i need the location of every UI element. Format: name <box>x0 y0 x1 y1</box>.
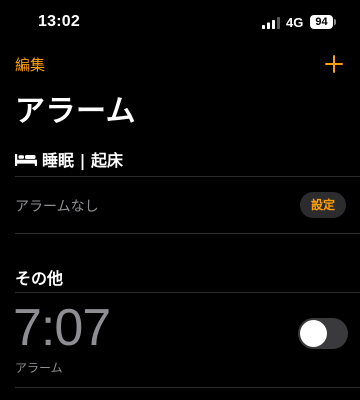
status-time: 13:02 <box>38 13 80 30</box>
status-bar: 13:02 4G 94 <box>0 0 360 46</box>
set-sleep-alarm-button[interactable]: 設定 <box>300 192 346 218</box>
divider <box>15 233 360 234</box>
other-section-title: その他 <box>15 269 64 288</box>
page-title: アラーム <box>15 94 137 129</box>
alarm-time[interactable]: 7:07 <box>13 296 111 360</box>
network-type: 4G <box>286 15 304 30</box>
edit-button[interactable]: 編集 <box>15 54 45 75</box>
alarm-label: アラーム <box>15 361 63 375</box>
bed-icon <box>15 154 37 166</box>
sleep-section-title: 睡眠 | 起床 <box>42 151 123 170</box>
battery-cap <box>334 19 336 25</box>
plus-icon[interactable] <box>322 52 346 76</box>
no-alarm-text: アラームなし <box>15 199 99 215</box>
divider <box>15 176 360 177</box>
battery-icon: 94 <box>310 15 336 29</box>
cellular-signal-icon <box>262 17 280 29</box>
divider <box>15 292 360 293</box>
battery-level: 94 <box>310 15 333 29</box>
sleep-section-header: 睡眠 | 起床 <box>15 149 123 170</box>
toggle-knob <box>300 320 327 347</box>
divider <box>15 387 360 388</box>
alarm-toggle[interactable] <box>298 318 348 349</box>
